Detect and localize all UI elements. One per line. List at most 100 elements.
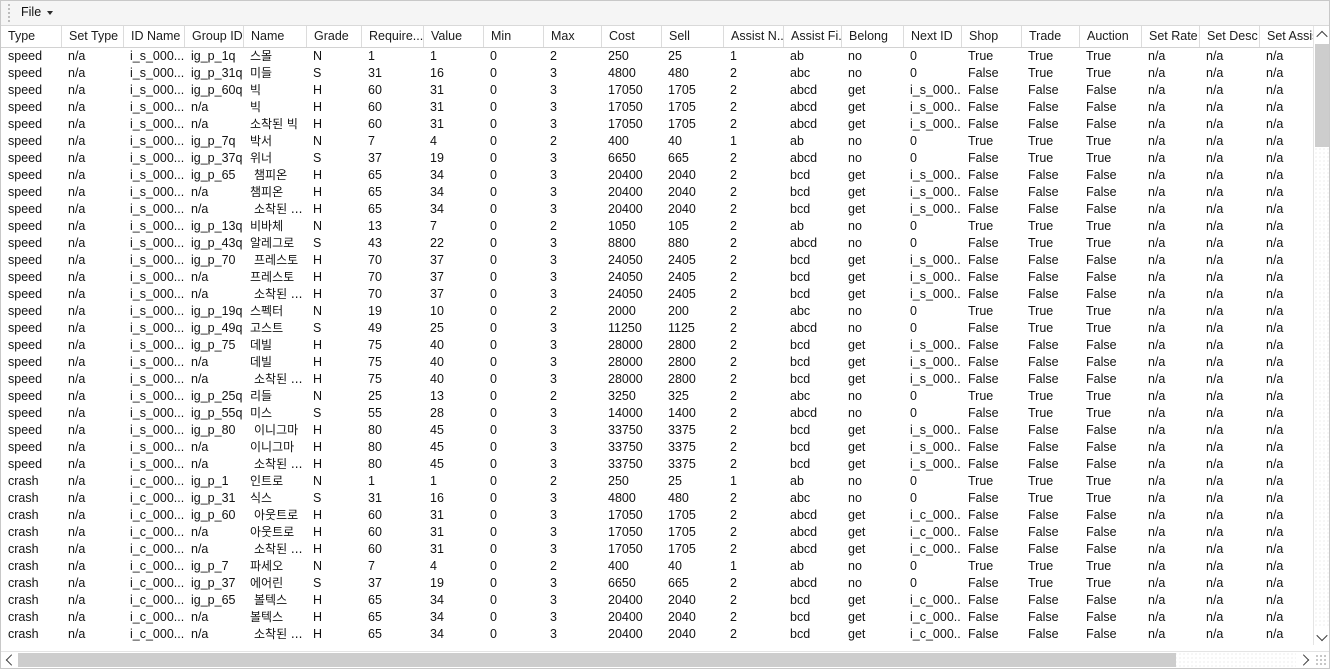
cell-set-assis[interactable]: n/a <box>1259 184 1313 201</box>
cell-shop[interactable]: True <box>961 558 1021 575</box>
cell-min[interactable]: 0 <box>483 99 543 116</box>
cell-type[interactable]: speed <box>1 65 61 82</box>
cell-max[interactable]: 3 <box>543 201 601 218</box>
cell-auction[interactable]: True <box>1079 65 1141 82</box>
cell-name[interactable]: 소착된 ... <box>243 541 306 558</box>
cell-value[interactable]: 4 <box>423 558 483 575</box>
cell-group-id[interactable]: n/a <box>184 116 243 133</box>
cell-group-id[interactable]: n/a <box>184 201 243 218</box>
cell-set-rate[interactable]: n/a <box>1141 218 1199 235</box>
cell-next-id[interactable]: 0 <box>903 150 961 167</box>
cell-max[interactable]: 3 <box>543 541 601 558</box>
cell-sell[interactable]: 200 <box>661 303 723 320</box>
cell-min[interactable]: 0 <box>483 184 543 201</box>
cell-assist-fi[interactable]: abcd <box>783 507 841 524</box>
cell-value[interactable]: 1 <box>423 48 483 65</box>
cell-set-desc[interactable]: n/a <box>1199 303 1259 320</box>
cell-type[interactable]: speed <box>1 388 61 405</box>
cell-next-id[interactable]: i_s_000... <box>903 167 961 184</box>
cell-group-id[interactable]: n/a <box>184 354 243 371</box>
cell-type[interactable]: crash <box>1 524 61 541</box>
cell-max[interactable]: 2 <box>543 558 601 575</box>
cell-auction[interactable]: False <box>1079 116 1141 133</box>
cell-group-id[interactable]: n/a <box>184 99 243 116</box>
cell-cost[interactable]: 17050 <box>601 99 661 116</box>
cell-trade[interactable]: False <box>1021 286 1079 303</box>
cell-type[interactable]: speed <box>1 201 61 218</box>
cell-trade[interactable]: True <box>1021 575 1079 592</box>
cell-require[interactable]: 60 <box>361 82 423 99</box>
column-header-set-rate[interactable]: Set Rate <box>1141 26 1199 47</box>
cell-cost[interactable]: 33750 <box>601 422 661 439</box>
cell-name[interactable]: 파세오 <box>243 558 306 575</box>
cell-set-assis[interactable]: n/a <box>1259 388 1313 405</box>
cell-value[interactable]: 37 <box>423 286 483 303</box>
cell-trade[interactable]: True <box>1021 558 1079 575</box>
table-row[interactable]: speed n/a i_s_000... n/a 소착된 ... H 80 45 0 3 33750… <box>1 456 1313 473</box>
cell-cost[interactable]: 4800 <box>601 490 661 507</box>
cell-require[interactable]: 37 <box>361 575 423 592</box>
cell-set-assis[interactable]: n/a <box>1259 82 1313 99</box>
cell-value[interactable]: 37 <box>423 252 483 269</box>
cell-cost[interactable]: 250 <box>601 48 661 65</box>
cell-trade[interactable]: False <box>1021 541 1079 558</box>
cell-type[interactable]: speed <box>1 133 61 150</box>
cell-assist-fi[interactable]: abcd <box>783 99 841 116</box>
cell-assist-n[interactable]: 2 <box>723 99 783 116</box>
cell-name[interactable]: 에어린 <box>243 575 306 592</box>
cell-max[interactable]: 2 <box>543 48 601 65</box>
cell-assist-fi[interactable]: abcd <box>783 575 841 592</box>
cell-auction[interactable]: False <box>1079 439 1141 456</box>
cell-require[interactable]: 80 <box>361 456 423 473</box>
cell-set-type[interactable]: n/a <box>61 422 123 439</box>
cell-group-id[interactable]: ig_p_25q <box>184 388 243 405</box>
cell-assist-n[interactable]: 2 <box>723 252 783 269</box>
column-header-name[interactable]: Name <box>243 26 306 47</box>
cell-type[interactable]: crash <box>1 575 61 592</box>
cell-grade[interactable]: H <box>306 626 361 643</box>
cell-shop[interactable]: True <box>961 48 1021 65</box>
cell-grade[interactable]: H <box>306 201 361 218</box>
cell-require[interactable]: 70 <box>361 252 423 269</box>
cell-set-desc[interactable]: n/a <box>1199 354 1259 371</box>
cell-name[interactable]: 빅 <box>243 82 306 99</box>
cell-trade[interactable]: True <box>1021 65 1079 82</box>
table-row[interactable]: speed n/a i_s_000... n/a 데빌 H 75 40 0 3 28000 2800 2… <box>1 354 1313 371</box>
cell-id-name[interactable]: i_c_000... <box>123 626 184 643</box>
cell-set-assis[interactable]: n/a <box>1259 354 1313 371</box>
cell-min[interactable]: 0 <box>483 490 543 507</box>
cell-shop[interactable]: False <box>961 507 1021 524</box>
column-header-sell[interactable]: Sell <box>661 26 723 47</box>
cell-id-name[interactable]: i_s_000... <box>123 456 184 473</box>
cell-set-type[interactable]: n/a <box>61 218 123 235</box>
cell-set-rate[interactable]: n/a <box>1141 541 1199 558</box>
cell-id-name[interactable]: i_s_000... <box>123 354 184 371</box>
cell-next-id[interactable]: 0 <box>903 48 961 65</box>
cell-set-type[interactable]: n/a <box>61 116 123 133</box>
cell-id-name[interactable]: i_s_000... <box>123 337 184 354</box>
cell-min[interactable]: 0 <box>483 371 543 388</box>
cell-max[interactable]: 3 <box>543 609 601 626</box>
cell-sell[interactable]: 2040 <box>661 626 723 643</box>
cell-name[interactable]: 스몰 <box>243 48 306 65</box>
cell-assist-fi[interactable]: bcd <box>783 269 841 286</box>
cell-assist-fi[interactable]: bcd <box>783 252 841 269</box>
cell-belong[interactable]: no <box>841 65 903 82</box>
cell-group-id[interactable]: ig_p_43q <box>184 235 243 252</box>
cell-type[interactable]: speed <box>1 48 61 65</box>
column-header-type[interactable]: Type <box>1 26 61 47</box>
cell-require[interactable]: 65 <box>361 167 423 184</box>
cell-next-id[interactable]: i_c_000... <box>903 626 961 643</box>
table-row[interactable]: speed n/a i_s_000... ig_p_25q 리들 N 25 13 0 2 3250 3… <box>1 388 1313 405</box>
cell-assist-fi[interactable]: abc <box>783 303 841 320</box>
cell-group-id[interactable]: ig_p_75 <box>184 337 243 354</box>
cell-type[interactable]: speed <box>1 286 61 303</box>
cell-name[interactable]: 스펙터 <box>243 303 306 320</box>
cell-next-id[interactable]: i_s_000... <box>903 371 961 388</box>
cell-min[interactable]: 0 <box>483 269 543 286</box>
cell-shop[interactable]: True <box>961 303 1021 320</box>
cell-set-rate[interactable]: n/a <box>1141 82 1199 99</box>
cell-belong[interactable]: no <box>841 405 903 422</box>
cell-cost[interactable]: 6650 <box>601 575 661 592</box>
cell-assist-n[interactable]: 2 <box>723 201 783 218</box>
